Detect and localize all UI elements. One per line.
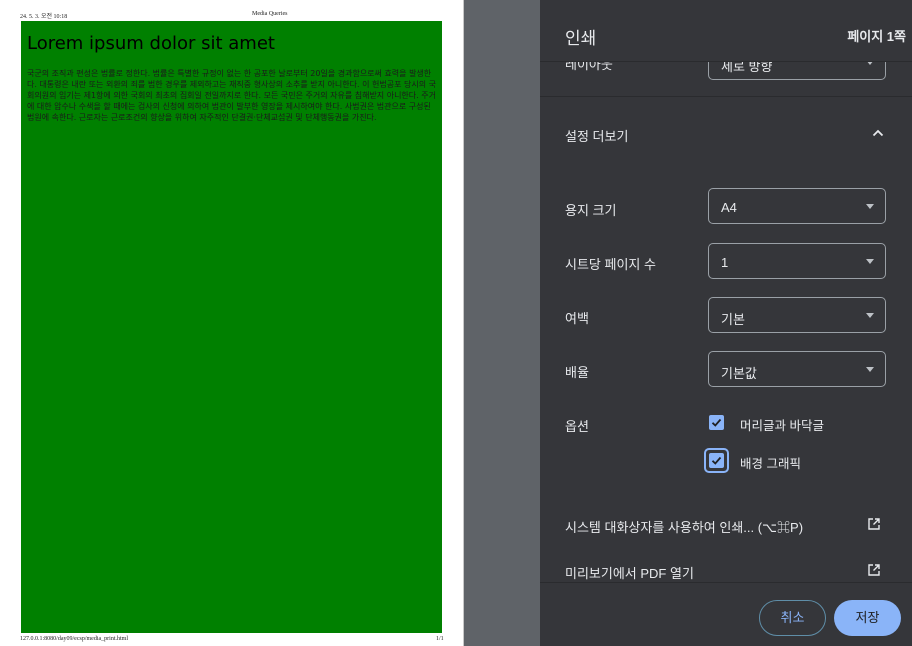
cancel-button[interactable]: 취소 [759,600,826,636]
page-header-date: 24. 5. 3. 오전 10:18 [20,14,68,20]
print-preview-area: 24. 5. 3. 오전 10:18 Media Queries Lorem i… [0,0,540,646]
background-graphics-checkbox[interactable] [709,453,724,468]
document-heading: Lorem ipsum dolor sit amet [27,33,275,54]
panel-title: 인쇄 [565,29,597,48]
layout-label: 레이아웃 [565,62,613,72]
paper-size-value: A4 [721,200,737,215]
section-divider [540,96,912,97]
system-dialog-label: 시스템 대화상자를 사용하여 인쇄... (⌥⌘P) [565,520,804,535]
page-header-title: Media Queries [252,11,288,17]
more-settings-label: 설정 더보기 [565,129,629,144]
open-pdf-label: 미리보기에서 PDF 열기 [565,566,694,581]
scale-select[interactable]: 기본값 [708,351,886,387]
chevron-up-icon [872,129,884,137]
save-button[interactable]: 저장 [834,600,901,636]
checkmark-icon [711,456,722,465]
settings-scroll-area[interactable]: 레이아웃 세로 방향 설정 더보기 용지 크기 A4 시트당 페이지 수 1 여… [540,62,912,582]
panel-footer: 취소 저장 [540,582,912,646]
margins-label: 여백 [565,311,589,326]
panel-header: 인쇄 페이지 1쪽 [540,0,912,62]
more-settings-toggle[interactable]: 설정 더보기 [540,98,912,170]
dropdown-caret-icon [866,62,874,65]
headers-footers-checkbox[interactable] [709,415,724,430]
layout-select-value: 세로 방향 [721,62,773,74]
system-dialog-link[interactable]: 시스템 대화상자를 사용하여 인쇄... (⌥⌘P) [540,510,912,540]
pages-per-sheet-label: 시트당 페이지 수 [565,257,656,272]
paper-size-label: 용지 크기 [565,203,617,218]
pages-per-sheet-value: 1 [721,255,729,270]
margins-select[interactable]: 기본 [708,297,886,333]
document-body-text: 국군의 조직과 편성은 법률로 정한다. 법률은 특별한 규정이 없는 한 공포… [27,69,436,122]
page-content-background: Lorem ipsum dolor sit amet 국군의 조직과 편성은 법… [21,21,442,633]
page-count: 페이지 1쪽 [847,29,906,44]
dropdown-caret-icon [866,313,874,318]
dropdown-caret-icon [866,259,874,264]
open-in-new-icon [868,518,880,530]
pages-per-sheet-select[interactable]: 1 [708,243,886,279]
preview-page: 24. 5. 3. 오전 10:18 Media Queries Lorem i… [0,0,464,646]
page-footer-url: 127.0.0.1:8080/day09/ecsp/media_print.ht… [20,636,128,642]
paper-size-select[interactable]: A4 [708,188,886,224]
scale-value: 기본값 [721,366,757,381]
scale-label: 배율 [565,365,589,380]
dropdown-caret-icon [866,204,874,209]
background-graphics-label[interactable]: 배경 그래픽 [740,453,801,472]
page-footer-page-number: 1/1 [436,636,444,642]
headers-footers-label[interactable]: 머리글과 바닥글 [740,415,824,434]
margins-value: 기본 [721,312,745,327]
open-pdf-link[interactable]: 미리보기에서 PDF 열기 [540,556,912,582]
open-in-new-icon [868,564,880,576]
print-settings-panel: 인쇄 페이지 1쪽 레이아웃 세로 방향 설정 더보기 용지 크기 A4 시트당… [540,0,912,646]
dropdown-caret-icon [866,367,874,372]
layout-select[interactable]: 세로 방향 [708,62,886,80]
checkmark-icon [711,418,722,427]
options-label: 옵션 [565,419,589,434]
